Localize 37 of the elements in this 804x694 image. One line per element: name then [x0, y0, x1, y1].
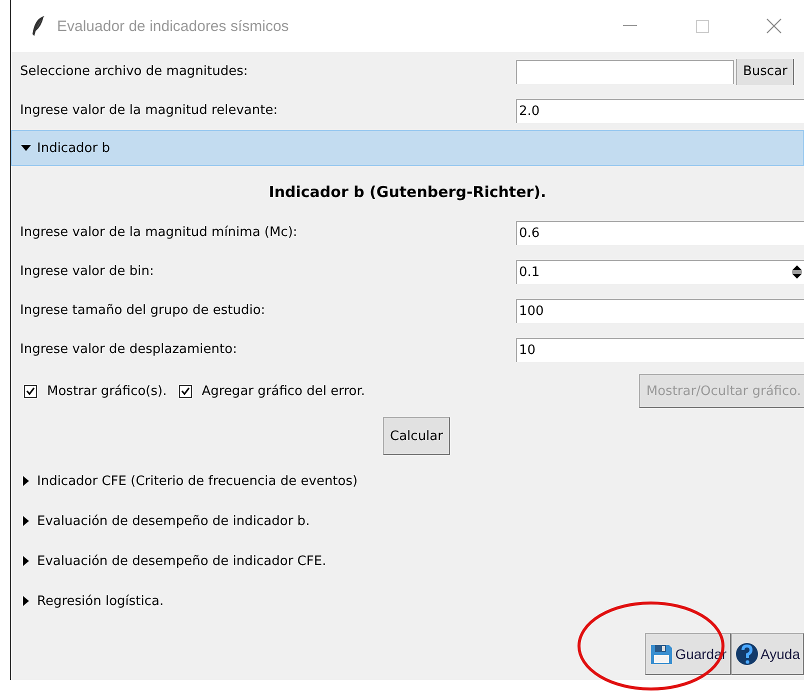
feather-icon [31, 16, 45, 36]
minimize-button[interactable] [623, 25, 637, 27]
spinbox-field[interactable]: 0.1 [516, 260, 804, 284]
calculate-button[interactable]: Calcular [383, 417, 450, 455]
help-button[interactable]: Ayuda [730, 633, 804, 675]
input-field[interactable]: 100 [516, 298, 804, 322]
collapsed-arrow-icon [21, 476, 31, 486]
browse-button[interactable]: Buscar [736, 58, 794, 84]
section-header[interactable]: Indicador CFE (Criterio de frecuencia de eventos) [11, 461, 804, 501]
maximize-button[interactable] [696, 20, 708, 32]
section-header[interactable]: Evaluación de desempeño de indicador CFE. [11, 541, 804, 581]
spin-arrows-icon[interactable] [792, 265, 802, 279]
checkmark-icon [26, 386, 35, 396]
checkbox[interactable]: Agregar gráfico del error. [178, 384, 366, 398]
help-icon [734, 642, 759, 666]
input-field[interactable]: 2.0 [516, 98, 804, 122]
checkbox[interactable]: Mostrar gráfico(s). [24, 384, 167, 398]
collapsed-arrow-icon [21, 516, 31, 526]
field-label: Ingrese valor de la magnitud relevante: [20, 103, 279, 118]
checkmark-icon [180, 386, 190, 396]
input-field[interactable]: 0.6 [516, 220, 804, 244]
input-field[interactable]: 10 [516, 338, 804, 362]
section-header[interactable]: Regresión logística. [11, 581, 804, 621]
field-label: Seleccione archivo de magnitudes: [20, 64, 249, 79]
expanded-arrow-icon [21, 143, 31, 153]
section-header[interactable]: Indicador b [11, 130, 804, 166]
collapsed-arrow-icon [21, 596, 31, 606]
field-label: Ingrese valor de la magnitud mínima (Mc): [20, 225, 298, 240]
field-label: Ingrese tamaño del grupo de estudio: [20, 303, 266, 318]
section-header[interactable]: Evaluación de desempeño de indicador b. [11, 501, 804, 541]
file-path-field[interactable] [516, 60, 734, 84]
window-title: Evaluador de indicadores sísmicos [57, 18, 290, 34]
field-label: Ingrese valor de bin: [20, 264, 155, 279]
section-heading: Indicador b (Gutenberg-Richter). [268, 182, 548, 203]
close-button[interactable] [766, 18, 782, 34]
field-label: Ingrese valor de desplazamiento: [20, 342, 238, 357]
collapsed-arrow-icon [21, 556, 31, 566]
